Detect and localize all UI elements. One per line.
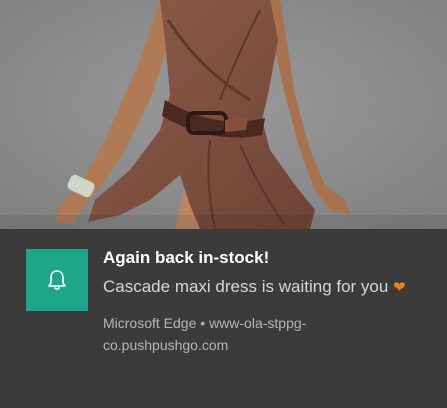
hero-image xyxy=(0,0,447,229)
dress-model-photo xyxy=(0,0,447,229)
push-notification[interactable]: Again back in-stock! Cascade maxi dress … xyxy=(0,0,447,408)
notification-attribution: Microsoft Edge • www-ola-stppg-co.pushpu… xyxy=(103,312,423,356)
separator-dot: • xyxy=(200,315,206,331)
notification-body-text: Cascade maxi dress is waiting for you xyxy=(103,277,389,296)
notification-title: Again back in-stock! xyxy=(103,248,270,267)
app-icon xyxy=(26,249,88,311)
notification-body: Cascade maxi dress is waiting for you ❤ xyxy=(103,274,423,301)
bell-icon xyxy=(48,270,66,290)
text-column: Again back in-stock! Cascade maxi dress … xyxy=(103,247,423,356)
notification-content: Again back in-stock! Cascade maxi dress … xyxy=(0,229,447,408)
source-app: Microsoft Edge xyxy=(103,315,197,331)
heart-icon: ❤ xyxy=(393,279,406,296)
